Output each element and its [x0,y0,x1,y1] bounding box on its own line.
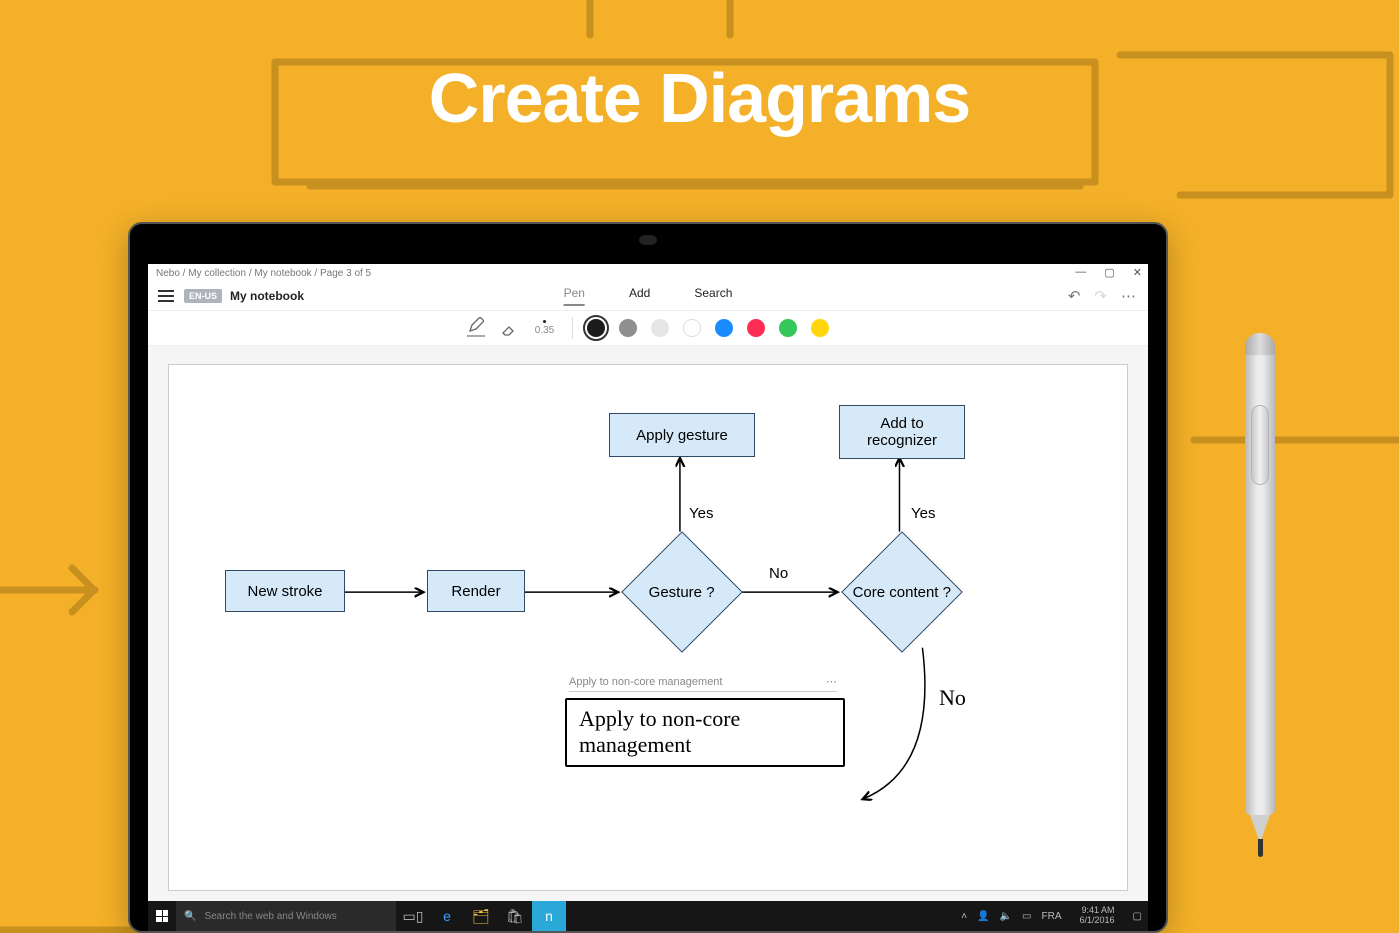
windows-taskbar: 🔍 Search the web and Windows ▭▯ e 🗂 🛍 n … [148,901,1148,931]
hero-title: Create Diagrams [0,58,1399,138]
windows-logo-icon [156,910,168,922]
color-swatch-blue[interactable] [715,319,733,337]
camera-icon [639,235,657,245]
notebook-title: My notebook [230,289,304,303]
flow-label-yes-1: Yes [689,505,713,522]
system-tray: ˄ 👤 🔈 ▭ FRA 9:41 AM 6/1/2016 ▢ [961,901,1148,931]
flow-decision-gesture[interactable]: Gesture ? [621,531,743,653]
conversion-hint-row[interactable]: Apply to non-core management ⋯ [569,675,837,692]
pencil-tool-icon[interactable] [467,319,485,337]
window-close-button[interactable]: ✕ [1133,266,1142,279]
tray-chevron-icon[interactable]: ˄ [961,911,967,922]
color-swatch-black[interactable] [587,319,605,337]
flow-box-render[interactable]: Render [427,570,525,612]
tab-search[interactable]: Search [694,286,732,306]
tray-battery-icon[interactable]: ▭ [1022,911,1031,922]
more-options-button[interactable]: ⋯ [1121,287,1136,305]
flow-decision-core-content[interactable]: Core content ? [841,531,963,653]
nebo-app-icon[interactable]: n [532,901,566,931]
flow-box-apply-gesture[interactable]: Apply gesture [609,413,755,457]
undo-button[interactable]: ↶ [1068,287,1081,305]
flow-box-new-stroke[interactable]: New stroke [225,570,345,612]
task-view-icon[interactable]: ▭▯ [396,901,430,931]
tab-add[interactable]: Add [629,286,650,306]
conversion-hint-text: Apply to non-core management [569,676,722,688]
stroke-size-label: 0.35 [535,325,554,336]
window-maximize-button[interactable]: ▢ [1104,266,1114,279]
tray-clock[interactable]: 9:41 AM 6/1/2016 [1072,906,1123,926]
mode-tabs: Pen Add Search [564,286,733,306]
breadcrumb[interactable]: Nebo / My collection / My notebook / Pag… [156,268,371,279]
store-icon[interactable]: 🛍 [498,901,532,931]
handwritten-text: Apply to non-core management [579,706,740,757]
tab-pen[interactable]: Pen [564,286,585,306]
app-header: EN-US My notebook Pen Add Search ↶ ↷ ⋯ [148,282,1148,310]
hamburger-menu-icon[interactable] [158,290,174,302]
redo-button[interactable]: ↷ [1094,287,1107,305]
pen-toolbar: 0.35 [148,310,1148,346]
tablet-device: Nebo / My collection / My notebook / Pag… [128,222,1168,933]
action-center-icon[interactable]: ▢ [1133,911,1142,922]
conversion-hint-more-icon[interactable]: ⋯ [826,675,837,688]
taskbar-search-placeholder: Search the web and Windows [204,911,336,922]
taskbar-pinned-apps: ▭▯ e 🗂 🛍 n [396,901,566,931]
color-swatch-green[interactable] [779,319,797,337]
start-button[interactable] [148,910,176,922]
taskbar-search[interactable]: 🔍 Search the web and Windows [176,901,396,931]
file-explorer-icon[interactable]: 🗂 [464,901,498,931]
window-minimize-button[interactable]: — [1075,266,1086,279]
canvas-area: New stroke Render Gesture ? Core content… [148,346,1148,901]
page-canvas[interactable]: New stroke Render Gesture ? Core content… [168,364,1128,891]
flow-label-no-2: No [939,685,966,711]
app-screen: Nebo / My collection / My notebook / Pag… [148,264,1148,901]
tray-volume-icon[interactable]: 🔈 [1000,911,1012,922]
color-swatch-white[interactable] [683,319,701,337]
handwritten-box[interactable]: Apply to non-core management [565,698,845,767]
color-swatch-red[interactable] [747,319,765,337]
search-icon: 🔍 [184,911,196,922]
color-swatch-lightgray[interactable] [651,319,669,337]
flow-label-no-1: No [769,565,788,582]
color-swatch-yellow[interactable] [811,319,829,337]
stylus-pen [1245,335,1275,875]
window-titlebar: Nebo / My collection / My notebook / Pag… [148,264,1148,282]
tray-people-icon[interactable]: 👤 [977,911,989,922]
flow-label-yes-2: Yes [911,505,935,522]
language-badge[interactable]: EN-US [184,289,222,303]
eraser-tool-icon[interactable] [499,319,517,337]
tray-language[interactable]: FRA [1042,911,1062,922]
flow-box-add-to-recognizer[interactable]: Add torecognizer [839,405,965,459]
color-swatch-gray[interactable] [619,319,637,337]
stroke-size-indicator[interactable]: 0.35 [535,320,554,336]
edge-icon[interactable]: e [430,901,464,931]
